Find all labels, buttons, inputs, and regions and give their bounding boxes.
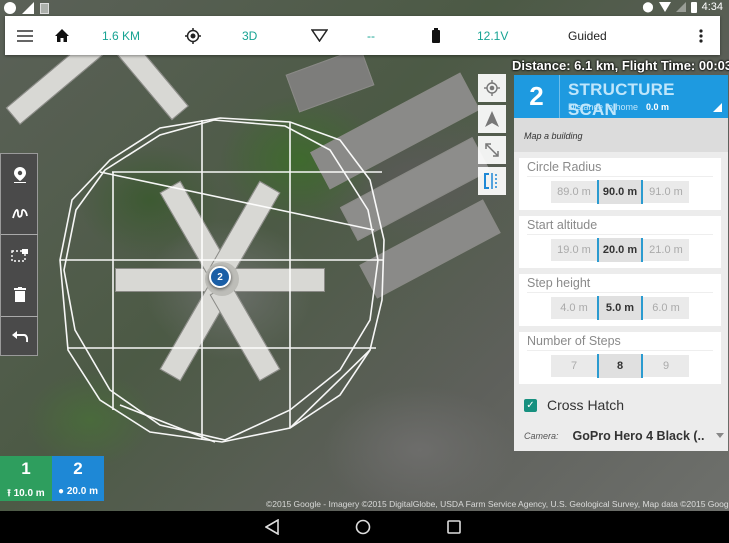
home-distance: 1.6 KM: [102, 28, 141, 43]
telemetry-bar: 1.6 KM 3D -- 12.1V Guided: [5, 16, 720, 55]
battery-voltage: 12.1V: [477, 28, 509, 43]
distance-label: Distance to home: [568, 102, 639, 112]
camera-selector[interactable]: Camera: GoPro Hero 4 Black (..: [514, 420, 728, 451]
scan-diagonal: [289, 349, 371, 429]
step-height-field: Step height 4.0 m 5.0 m 6.0 m: [519, 274, 721, 326]
mission-item-type[interactable]: STRUCTURE SCAN: [568, 80, 728, 120]
step-height-picker[interactable]: 4.0 m 5.0 m 6.0 m: [551, 296, 689, 320]
home-icon[interactable]: [55, 16, 69, 55]
location-pin-icon: ●: [58, 486, 65, 497]
drone-location-icon[interactable]: [478, 105, 506, 133]
my-location-icon[interactable]: [478, 74, 506, 102]
waypoint-icon[interactable]: [1, 156, 38, 194]
cross-hatch-label: Cross Hatch: [547, 397, 625, 413]
picker-option-selected[interactable]: 20.0 m: [597, 238, 643, 262]
cross-hatch-checkbox[interactable]: ✓: [524, 398, 537, 412]
flight-mode[interactable]: Guided: [568, 16, 607, 55]
picker-option[interactable]: 19.0 m: [551, 239, 597, 261]
scan-diagonal: [119, 404, 216, 443]
scan-diagonal: [99, 171, 375, 231]
circle-radius-field: Circle Radius 89.0 m 90.0 m 91.0 m: [519, 158, 721, 210]
mission-item-panel: 2 STRUCTURE SCAN Distance to home 0.0 m M…: [514, 75, 728, 451]
start-altitude-picker[interactable]: 19.0 m 20.0 m 21.0 m: [551, 238, 689, 262]
picker-option[interactable]: 9: [643, 355, 689, 377]
mission-item-description: Map a building: [514, 118, 728, 152]
dropdown-corner-icon[interactable]: [713, 103, 722, 112]
clock: 4:34: [701, 1, 723, 13]
takeoff-icon: ⭱: [7, 488, 11, 499]
map-waypoint-marker[interactable]: 2: [209, 266, 231, 288]
picker-option-selected[interactable]: 90.0 m: [597, 180, 643, 204]
mission-item-number: 2: [514, 75, 560, 118]
circle-radius-picker[interactable]: 89.0 m 90.0 m 91.0 m: [551, 180, 689, 204]
recents-icon[interactable]: [444, 518, 464, 536]
picker-option[interactable]: 89.0 m: [551, 181, 597, 203]
picker-option-selected[interactable]: 5.0 m: [597, 296, 643, 320]
editor-toggle-icon[interactable]: [478, 167, 506, 195]
cell-signal-icon: [675, 2, 686, 12]
hamburger-menu-icon[interactable]: [17, 16, 33, 55]
distance-value: 0.0 m: [646, 102, 670, 112]
status-bar: ⬤ 4:34: [0, 0, 729, 16]
picker-option[interactable]: 21.0 m: [643, 239, 689, 261]
picker-option[interactable]: 6.0 m: [643, 297, 689, 319]
circle-notification-icon: [4, 2, 16, 14]
map-tools: [478, 74, 506, 198]
undo-icon[interactable]: [1, 318, 38, 356]
number-of-steps-picker[interactable]: 7 8 9: [551, 354, 689, 378]
zoom-to-fit-icon[interactable]: [478, 136, 506, 164]
signal-triangle-icon[interactable]: [311, 16, 328, 55]
wifi-icon: [658, 2, 671, 12]
picker-option[interactable]: 4.0 m: [551, 297, 597, 319]
battery-icon[interactable]: [432, 16, 440, 55]
location-icon: ⬤: [642, 1, 654, 13]
system-nav-bar: [0, 511, 729, 543]
home-circle-icon[interactable]: [353, 518, 373, 536]
camera-value[interactable]: GoPro Hero 4 Black (..: [573, 429, 705, 443]
select-region-icon[interactable]: [1, 236, 38, 274]
waypoint-altitude: 10.0 m: [13, 488, 45, 499]
map-attribution: ©2015 Google - Imagery ©2015 DigitalGlob…: [266, 499, 729, 509]
mission-item-header[interactable]: 2 STRUCTURE SCAN Distance to home 0.0 m: [514, 75, 728, 120]
picker-option-selected[interactable]: 8: [597, 354, 643, 378]
editor-toolbar: [0, 153, 38, 356]
delete-icon[interactable]: [1, 275, 38, 313]
spline-icon[interactable]: [1, 194, 38, 232]
signal-value: --: [367, 28, 375, 43]
start-altitude-field: Start altitude 19.0 m 20.0 m 21.0 m: [519, 216, 721, 268]
flight-info: Distance: 6.1 km, Flight Time: 00:03: [512, 58, 729, 73]
camera-label: Camera:: [524, 430, 559, 441]
number-of-steps-field: Number of Steps 7 8 9: [519, 332, 721, 384]
picker-option[interactable]: 7: [551, 355, 597, 377]
signal-wedge-icon: [22, 2, 34, 14]
waypoint-chip-1[interactable]: 1 ⭱ 10.0 m: [0, 456, 52, 501]
chevron-down-icon[interactable]: [716, 433, 724, 438]
picker-option[interactable]: 91.0 m: [643, 181, 689, 203]
waypoint-altitude: 20.0 m: [66, 486, 98, 497]
battery-charging-icon: [690, 1, 697, 13]
clipboard-check-icon: [40, 2, 49, 14]
back-icon[interactable]: [262, 518, 282, 536]
cross-hatch-row[interactable]: ✓ Cross Hatch: [514, 390, 728, 420]
overflow-menu-icon[interactable]: [699, 16, 703, 55]
gps-fix: 3D: [242, 28, 258, 43]
gps-crosshair-icon[interactable]: [185, 16, 201, 55]
waypoint-chip-2[interactable]: 2 ● 20.0 m: [52, 456, 104, 501]
